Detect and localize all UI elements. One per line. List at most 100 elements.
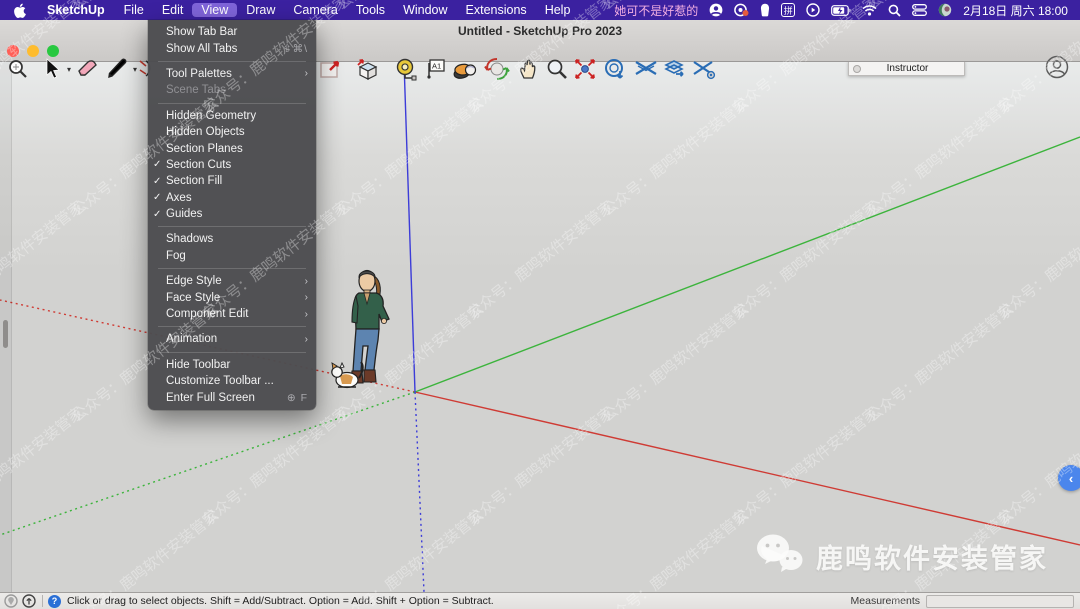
menubar-item-draw[interactable]: Draw (237, 3, 284, 17)
tape-measure-icon[interactable] (392, 56, 418, 82)
menu-separator (158, 268, 306, 269)
paint-bucket-icon[interactable] (452, 56, 478, 82)
menu-separator (158, 226, 306, 227)
geolocation-icon[interactable] (4, 594, 18, 608)
menu-item-enter-full-screen[interactable]: Enter Full Screen⊕ F (148, 389, 316, 405)
menu-item-scene-tabs: Scene Tabs (148, 82, 316, 98)
orbit-icon[interactable] (484, 56, 510, 82)
battery-icon[interactable] (831, 5, 851, 16)
pan-hand-icon[interactable] (516, 56, 542, 82)
view-menu-dropdown: Show Tab Bar Show All Tabs⇧⌘\ Tool Palette… (148, 20, 316, 410)
menu-item-label: Guides (166, 208, 308, 220)
menu-item-customize-toolbar[interactable]: Customize Toolbar ... (148, 373, 316, 389)
checkmark-icon: ✓ (153, 209, 166, 220)
submenu-chevron-icon: › (305, 276, 308, 287)
select-dropdown-caret[interactable]: ▾ (67, 65, 71, 74)
measurements-input[interactable] (926, 595, 1074, 608)
menu-item-section-cuts[interactable]: ✓Section Cuts (148, 157, 316, 173)
claim-credit-icon[interactable] (22, 594, 36, 608)
menu-item-shadows[interactable]: Shadows (148, 231, 316, 247)
section-cuts-icon[interactable] (633, 56, 659, 82)
menu-item-section-planes[interactable]: Section Planes (148, 140, 316, 156)
menubar-item-view[interactable]: View (192, 3, 237, 17)
menu-item-label: Hide Toolbar (166, 359, 308, 371)
measurements-label: Measurements (851, 595, 920, 607)
menu-item-label: Axes (166, 192, 308, 204)
menubar-app-name[interactable]: SketchUp (37, 3, 115, 17)
menu-item-label: Section Planes (166, 143, 308, 155)
status-bar: ? Click or drag to select objects. Shift… (0, 592, 1080, 609)
svg-text:A1: A1 (432, 62, 441, 71)
menubar-item-camera[interactable]: Camera (284, 3, 346, 17)
pushpull-icon[interactable] (354, 56, 380, 82)
pencil-icon[interactable]: ▾ (104, 56, 130, 82)
display-icon[interactable] (912, 4, 927, 16)
menu-item-label: Section Cuts (166, 159, 308, 171)
menu-item-show-tab-bar[interactable]: Show Tab Bar (148, 24, 316, 40)
select-arrow-icon[interactable]: ▾ (38, 56, 64, 82)
menu-separator (158, 352, 306, 353)
statusbar-divider (42, 595, 43, 607)
menu-item-label: Hidden Geometry (166, 110, 308, 122)
menu-separator (158, 326, 306, 327)
menubar-item-tools[interactable]: Tools (347, 3, 394, 17)
menu-item-label: Component Edit (166, 308, 305, 320)
search-icon[interactable] (888, 4, 901, 17)
moon-circle-icon[interactable] (938, 3, 952, 17)
eraser-icon[interactable] (74, 56, 100, 82)
menu-item-show-all-tabs[interactable]: Show All Tabs⇧⌘\ (148, 40, 316, 56)
menubar-item-edit[interactable]: Edit (153, 3, 193, 17)
menu-item-edge-style[interactable]: Edge Style› (148, 273, 316, 289)
apple-menu-icon[interactable] (0, 3, 37, 18)
menu-item-label: Edge Style (166, 275, 305, 287)
menu-item-animation[interactable]: Animation› (148, 331, 316, 347)
menu-item-hidden-geometry[interactable]: Hidden Geometry (148, 108, 316, 124)
menu-item-tool-palettes[interactable]: Tool Palettes› (148, 66, 316, 82)
text-label-icon[interactable]: A1 (422, 56, 448, 82)
menu-item-guides[interactable]: ✓Guides (148, 206, 316, 222)
menubar-item-help[interactable]: Help (536, 3, 580, 17)
section-fill-icon[interactable] (662, 56, 688, 82)
lock-icon[interactable] (760, 3, 770, 17)
menu-item-label: Section Fill (166, 175, 308, 187)
notification-dot-icon[interactable] (734, 3, 749, 17)
submenu-chevron-icon: › (305, 334, 308, 345)
person-figure[interactable] (326, 266, 410, 398)
wifi-icon[interactable] (862, 5, 877, 16)
submenu-chevron-icon: › (305, 292, 308, 303)
rectangle-icon[interactable] (318, 56, 344, 82)
menubar-item-window[interactable]: Window (394, 3, 456, 17)
menu-item-label: Fog (166, 250, 308, 262)
section-plane-icon[interactable] (602, 56, 628, 82)
menu-item-label: Show Tab Bar (166, 26, 308, 38)
submenu-chevron-icon: › (305, 309, 308, 320)
menu-item-axes[interactable]: ✓Axes (148, 190, 316, 206)
zoom-icon[interactable] (544, 56, 570, 82)
menubar-clock[interactable]: 2月18日 周六 18:00 (963, 2, 1068, 19)
search-tool-icon[interactable] (5, 56, 31, 82)
sidebar-toggle-button[interactable]: ‹ (1058, 465, 1080, 491)
menu-item-label: Animation (166, 333, 305, 345)
tray-drag-handle[interactable] (3, 320, 8, 348)
menu-item-component-edit[interactable]: Component Edit› (148, 306, 316, 322)
menu-item-fog[interactable]: Fog (148, 248, 316, 264)
play-circle-icon[interactable] (806, 3, 820, 17)
account-avatar-icon[interactable] (1044, 54, 1070, 80)
menu-item-shortcut: ⊕ F (287, 392, 308, 404)
checkmark-icon: ✓ (153, 159, 166, 170)
pinyin-input-icon[interactable]: 拼 (781, 3, 795, 17)
submenu-chevron-icon: › (305, 68, 308, 79)
menu-item-hide-toolbar[interactable]: Hide Toolbar (148, 357, 316, 373)
menubar-item-file[interactable]: File (115, 3, 153, 17)
menu-item-label: Face Style (166, 292, 305, 304)
menu-item-label: Tool Palettes (166, 68, 305, 80)
menu-item-label: Enter Full Screen (166, 392, 287, 404)
help-icon[interactable]: ? (48, 595, 61, 608)
menubar-item-extensions[interactable]: Extensions (457, 3, 536, 17)
zoom-extents-icon[interactable] (572, 56, 598, 82)
menu-item-face-style[interactable]: Face Style› (148, 289, 316, 305)
user-circle-icon[interactable] (709, 3, 723, 17)
section-display-icon[interactable] (691, 56, 717, 82)
menu-item-hidden-objects[interactable]: Hidden Objects (148, 124, 316, 140)
menu-item-section-fill[interactable]: ✓Section Fill (148, 173, 316, 189)
